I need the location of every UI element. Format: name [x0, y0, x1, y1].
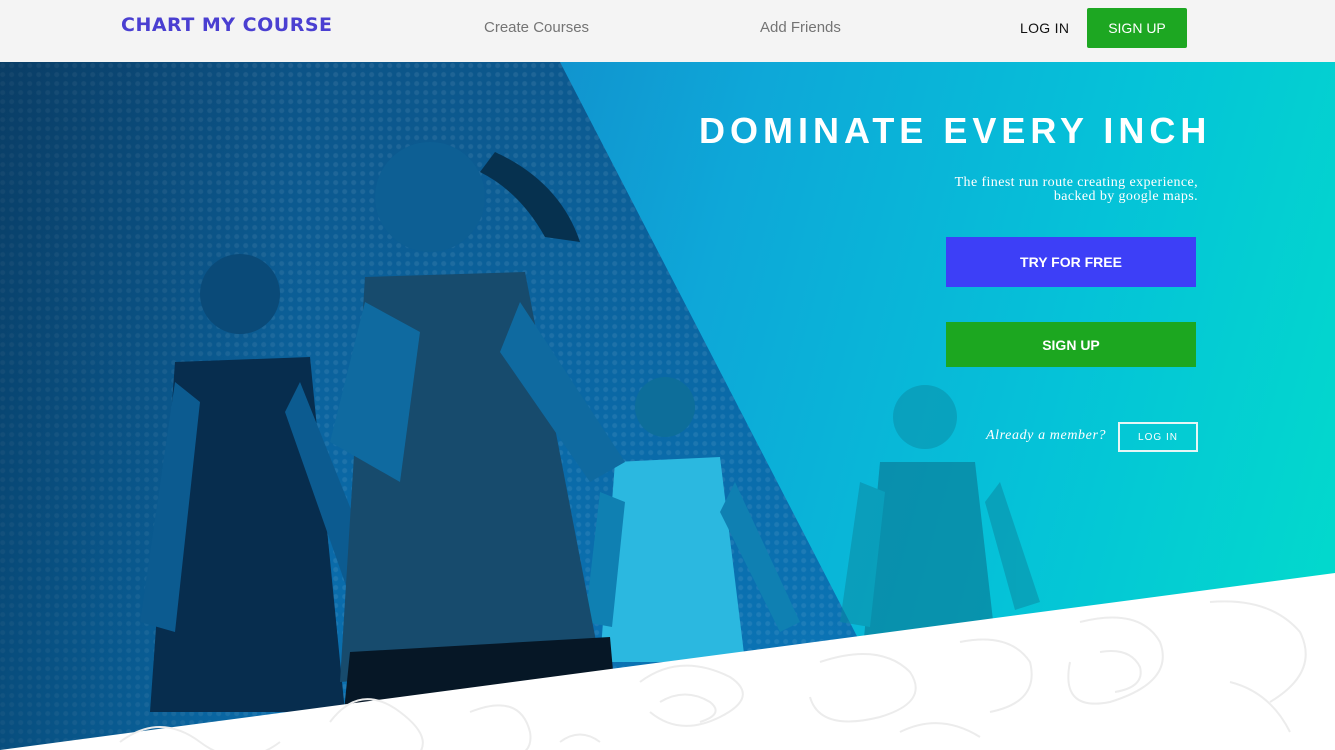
hero-subtitle: The finest run route creating experience… [954, 175, 1198, 204]
logo[interactable]: CHART MY COURSE [121, 14, 333, 36]
already-member-text: Already a member? [986, 428, 1107, 443]
nav-link-add-friends[interactable]: Add Friends [760, 19, 841, 36]
hero-login-button[interactable]: LOG IN [1118, 422, 1198, 452]
hero-title: DOMINATE EVERY INCH [699, 110, 1212, 151]
nav-signup-button[interactable]: SIGN UP [1087, 8, 1187, 48]
navbar: CHART MY COURSE Create Courses Add Frien… [0, 0, 1335, 62]
nav-login-link[interactable]: LOG IN [1020, 20, 1069, 36]
hero-section: DOMINATE EVERY INCH The finest run route… [0, 62, 1335, 750]
nav-link-create-courses[interactable]: Create Courses [484, 19, 589, 36]
hero-signup-button[interactable]: SIGN UP [946, 322, 1196, 367]
try-for-free-button[interactable]: TRY FOR FREE [946, 237, 1196, 287]
